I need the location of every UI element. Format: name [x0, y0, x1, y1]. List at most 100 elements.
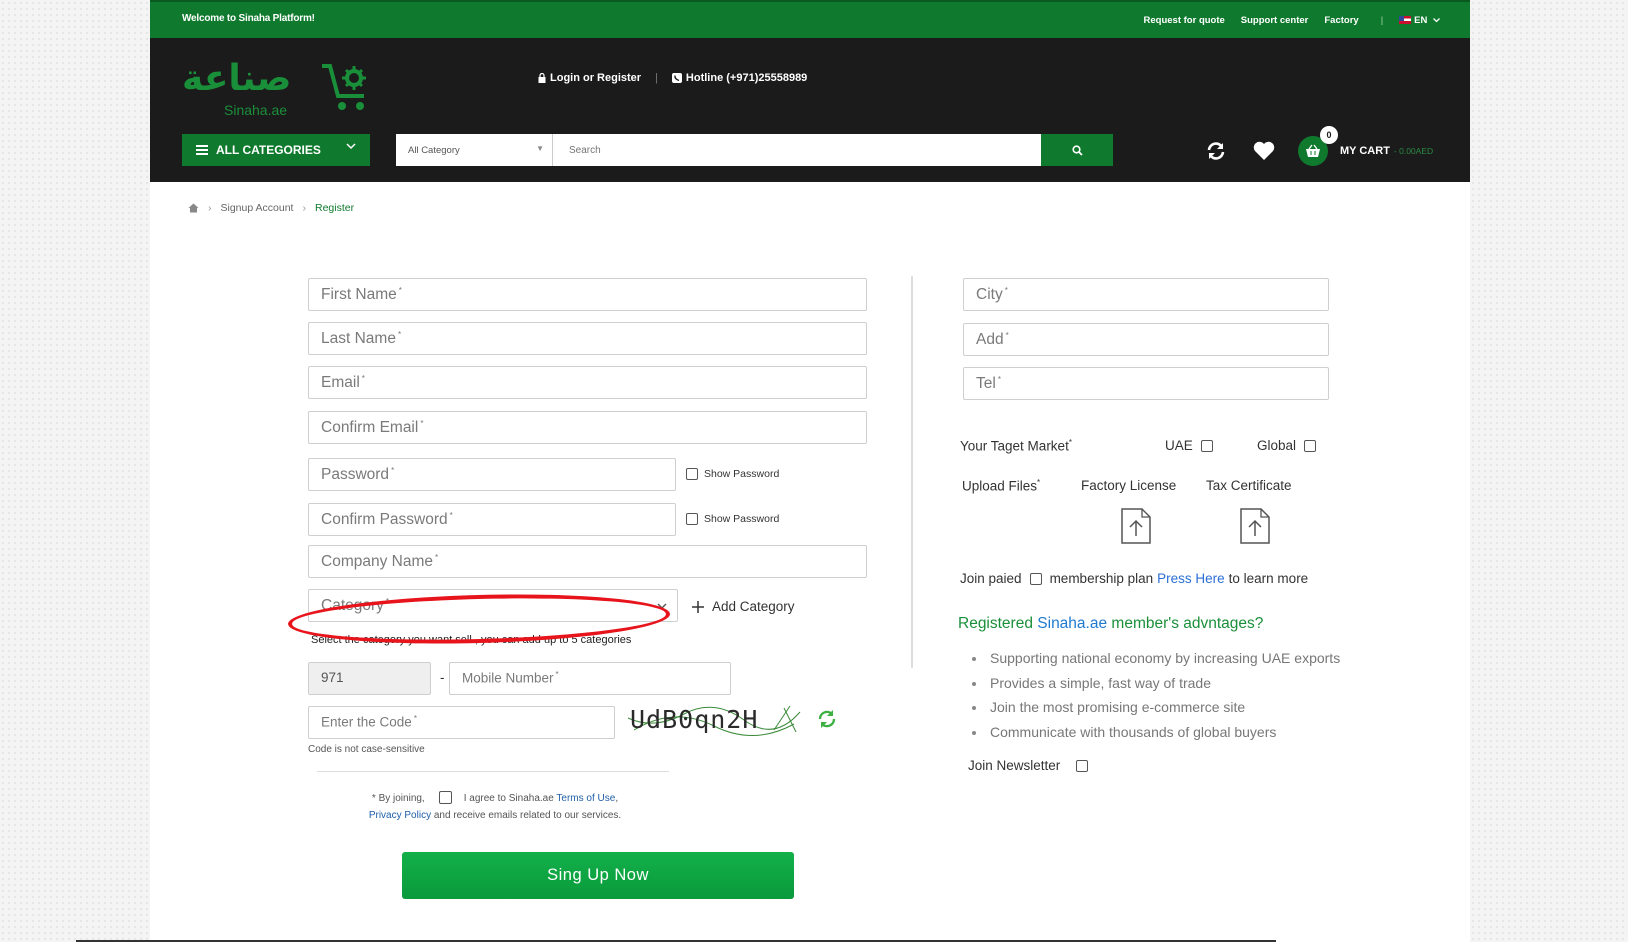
last-name-field[interactable]: Last Name *	[308, 322, 867, 355]
show-confirm-password-toggle[interactable]: Show Password	[686, 513, 779, 525]
tax-certificate-label: Tax Certificate	[1206, 478, 1292, 493]
captcha-code-field[interactable]: Enter the Code *	[308, 706, 615, 739]
chevron-down-icon	[346, 143, 356, 150]
uae-checkbox[interactable]	[1200, 439, 1213, 452]
home-icon[interactable]	[188, 203, 199, 213]
agree-prefix: * By joining,	[371, 793, 425, 804]
header-contact: Login or Register | Hotline (+971)255589…	[538, 72, 807, 84]
caret-down-icon: ▼	[536, 144, 544, 153]
list-item: Provides a simple, fast way of trade	[970, 671, 1340, 696]
welcome-text: Welcome to Sinaha Platform!	[182, 13, 315, 24]
company-name-placeholder: Company Name	[321, 553, 433, 571]
search-input[interactable]	[553, 134, 1041, 166]
global-checkbox[interactable]	[1304, 439, 1317, 452]
confirm-password-field[interactable]: Confirm Password *	[308, 503, 676, 536]
join-paid-checkbox[interactable]	[1029, 572, 1042, 585]
language-label: EN	[1414, 15, 1428, 26]
agree-suffix: and receive emails related to our servic…	[433, 810, 622, 821]
advantages-title: Registered Sinaha.ae member's advntages?	[958, 615, 1264, 632]
request-quote-link[interactable]: Request for quote	[1144, 15, 1225, 26]
city-placeholder: City	[976, 286, 1003, 304]
search-button[interactable]	[1041, 134, 1113, 166]
list-item: Communicate with thousands of global buy…	[970, 720, 1340, 745]
breadcrumb: › Signup Account › Register	[188, 202, 354, 214]
country-code-field: 971	[308, 662, 431, 695]
add-category-label: Add Category	[712, 599, 795, 614]
site-logo[interactable]: صناعة Sinaha.ae	[182, 58, 372, 128]
top-links: Request for quote Support center Factory…	[1128, 15, 1440, 26]
hotline-text: Hotline (+971)25558989	[685, 72, 808, 84]
terms-of-use-link[interactable]: Terms of Use	[556, 793, 615, 804]
newsletter-option[interactable]: Join Newsletter	[968, 758, 1089, 773]
city-field[interactable]: City *	[963, 278, 1329, 311]
breadcrumb-separator: ›	[302, 202, 306, 214]
login-register-link[interactable]: Login or Register	[550, 72, 641, 84]
top-bar: Welcome to Sinaha Platform! Request for …	[150, 0, 1470, 38]
address-placeholder: Add	[976, 331, 1004, 349]
search-bar: All Category ▼	[396, 134, 1113, 166]
show-password-toggle[interactable]: Show Password	[686, 468, 779, 480]
refresh-icon	[818, 710, 836, 728]
confirm-email-field[interactable]: Confirm Email *	[308, 411, 867, 444]
tel-field[interactable]: Tel *	[963, 367, 1329, 400]
cart-total: - 0.00AED	[1393, 146, 1434, 156]
add-category-button[interactable]: Add Category	[692, 599, 795, 614]
chevron-down-icon	[1433, 18, 1440, 23]
terms-agreement: * By joining, I agree to Sinaha.ae Terms …	[290, 790, 700, 824]
header-actions: 0 MY CART - 0.00AED	[1202, 126, 1434, 166]
menu-icon	[196, 143, 208, 157]
first-name-placeholder: First Name	[321, 286, 397, 304]
address-field[interactable]: Add *	[963, 323, 1329, 356]
advantages-list: Supporting national economy by increasin…	[970, 646, 1340, 744]
privacy-policy-link[interactable]: Privacy Policy	[369, 810, 431, 821]
form-divider	[317, 771, 669, 772]
confirm-email-placeholder: Confirm Email	[321, 419, 419, 437]
phone-dash: -	[440, 670, 445, 685]
first-name-field[interactable]: First Name *	[308, 278, 867, 311]
company-name-field[interactable]: Company Name *	[308, 545, 867, 578]
password-field[interactable]: Password *	[308, 458, 676, 491]
show-confirm-password-checkbox[interactable]	[686, 513, 698, 525]
cart-button[interactable]: 0	[1298, 126, 1338, 166]
email-field[interactable]: Email *	[308, 366, 867, 399]
refresh-captcha-button[interactable]	[816, 708, 838, 735]
language-selector[interactable]: EN	[1399, 15, 1440, 26]
plus-icon	[692, 600, 704, 613]
captcha-text: UdB0qn2H	[630, 705, 758, 734]
last-name-placeholder: Last Name	[321, 330, 396, 348]
cart-count-badge: 0	[1320, 126, 1338, 144]
global-option[interactable]: Global	[1257, 438, 1317, 453]
agree-text: I agree to Sinaha.ae	[463, 793, 554, 804]
lock-icon	[538, 73, 546, 83]
support-center-link[interactable]: Support center	[1241, 15, 1309, 26]
show-password-checkbox[interactable]	[686, 468, 698, 480]
upload-factory-license-button[interactable]	[1121, 508, 1151, 549]
mobile-number-field[interactable]: Mobile Number *	[449, 662, 731, 695]
breadcrumb-separator: ›	[208, 202, 212, 214]
basket-icon	[1306, 144, 1320, 157]
cart-gear-logo-icon	[322, 64, 366, 110]
compare-button[interactable]	[1202, 137, 1230, 165]
search-icon	[1071, 144, 1083, 156]
all-categories-button[interactable]: ALL CATEGORIES	[182, 134, 370, 166]
my-cart-label[interactable]: MY CART	[1340, 145, 1390, 157]
agree-terms-checkbox[interactable]	[438, 790, 452, 804]
refresh-icon	[1207, 142, 1225, 160]
column-divider	[911, 276, 913, 668]
phone-icon	[671, 73, 682, 83]
wishlist-button[interactable]	[1250, 137, 1278, 165]
country-code-value: 971	[321, 670, 344, 685]
press-here-link[interactable]: Press Here	[1157, 571, 1225, 586]
header-divider: |	[655, 72, 658, 84]
uae-option[interactable]: UAE	[1165, 438, 1213, 453]
upload-tax-certificate-button[interactable]	[1240, 508, 1270, 549]
search-category-value: All Category	[408, 145, 460, 156]
factory-link[interactable]: Factory	[1324, 15, 1358, 26]
enter-code-placeholder: Enter the Code	[321, 714, 412, 730]
heart-icon	[1253, 141, 1275, 160]
show-password-label: Show Password	[704, 468, 780, 480]
breadcrumb-signup-account[interactable]: Signup Account	[221, 202, 294, 214]
search-category-select[interactable]: All Category ▼	[396, 134, 553, 166]
sign-up-button[interactable]: Sing Up Now	[402, 852, 794, 899]
newsletter-checkbox[interactable]	[1076, 759, 1089, 772]
